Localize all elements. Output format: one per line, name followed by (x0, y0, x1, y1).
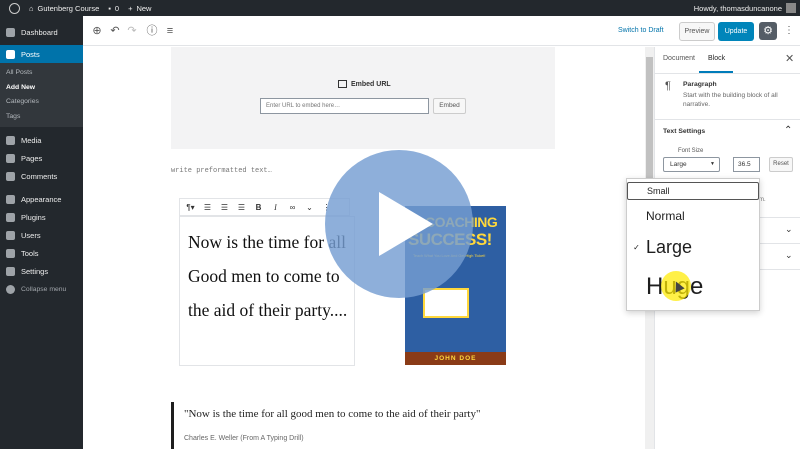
chevron-down-icon[interactable]: ⌄ (785, 250, 793, 261)
embed-icon (338, 80, 347, 88)
paragraph-icon[interactable]: ¶▾ (182, 203, 199, 212)
sidebar-item-tools[interactable]: Tools (0, 244, 83, 262)
sidebar-item-media[interactable]: Media (0, 131, 83, 149)
font-size-dropdown: Small Normal ✓Large Huge (626, 178, 760, 311)
sidebar-item-dashboard[interactable]: Dashboard (0, 23, 83, 41)
comment-icon: ▪ (108, 3, 111, 13)
admin-bar: ⌂ Gutenberg Course ▪ 0 + New Howdy, thomasd… (0, 0, 800, 16)
update-button[interactable]: Update (718, 22, 754, 41)
align-center-icon[interactable]: ☰ (216, 203, 233, 212)
undo-icon[interactable]: ↶ (108, 24, 122, 38)
admin-sidebar: Dashboard Posts All Posts Add New Catego… (0, 16, 83, 449)
font-size-option-huge[interactable]: Huge (627, 271, 759, 303)
check-icon: ✓ (633, 242, 640, 252)
embed-button[interactable]: Embed (433, 98, 466, 114)
sidebar-item-posts[interactable]: Posts (0, 45, 83, 63)
video-play-button[interactable] (325, 150, 473, 298)
font-size-option-large[interactable]: ✓ Large (627, 235, 759, 259)
account-menu[interactable]: Howdy, thomasduncanone (694, 0, 796, 16)
collapse-menu-button[interactable]: Collapse menu (0, 280, 83, 298)
editor-toolbar: ⊕ ↶ ↷ ⓘ ≡ Switch to Draft Preview Update… (83, 16, 800, 46)
quote-text: "Now is the time for all good men to com… (184, 408, 481, 420)
sidebar-item-plugins[interactable]: Plugins (0, 208, 83, 226)
settings-icon (6, 266, 15, 276)
submenu-categories[interactable]: Categories (0, 95, 83, 110)
more-menu-icon[interactable]: ⋮ (784, 22, 794, 40)
tab-block[interactable]: Block (708, 55, 725, 62)
embed-block[interactable]: Embed URL Enter URL to embed here… Embed (171, 47, 555, 149)
chevron-down-icon[interactable]: ⌄ (785, 224, 793, 235)
link-icon[interactable]: ∞ (284, 203, 301, 212)
plus-icon: + (128, 3, 133, 13)
new-content-link[interactable]: + New (128, 4, 151, 13)
users-icon (6, 230, 15, 240)
close-icon[interactable]: ✕ (785, 52, 794, 65)
settings-gear-icon[interactable]: ⚙ (759, 22, 777, 40)
panel-partial-text: m. (759, 197, 766, 203)
font-size-number-input[interactable]: 36.5 (733, 157, 760, 172)
media-icon (6, 135, 15, 145)
plugins-icon (6, 212, 15, 222)
preformatted-block[interactable]: write preformatted text… (171, 167, 272, 175)
sidebar-item-settings[interactable]: Settings (0, 262, 83, 280)
play-icon (379, 192, 433, 256)
block-description: Start with the building block of all nar… (683, 92, 778, 108)
posts-submenu: All Posts Add New Categories Tags (0, 63, 83, 127)
add-block-icon[interactable]: ⊕ (90, 24, 104, 38)
embed-title: Embed URL (338, 80, 391, 88)
wordpress-logo-icon[interactable] (9, 2, 20, 14)
sidebar-item-appearance[interactable]: Appearance (0, 190, 83, 208)
quote-citation: Charles E. Weller (From A Typing Drill) (184, 435, 304, 442)
embed-url-input[interactable]: Enter URL to embed here… (260, 98, 429, 114)
appearance-icon (6, 194, 15, 204)
pages-icon (6, 153, 15, 163)
tools-icon (6, 248, 15, 258)
quote-block[interactable]: "Now is the time for all good men to com… (171, 402, 555, 449)
pin-icon (6, 49, 15, 59)
submenu-add-new[interactable]: Add New (0, 81, 83, 96)
tab-document[interactable]: Document (663, 55, 695, 62)
preview-button[interactable]: Preview (679, 22, 715, 41)
dashboard-icon (6, 27, 15, 37)
site-name-link[interactable]: ⌂ Gutenberg Course (29, 4, 99, 13)
align-right-icon[interactable]: ☰ (233, 203, 250, 212)
comments-icon (6, 171, 15, 181)
font-size-label: Font Size (678, 148, 704, 154)
collapse-icon (6, 284, 15, 294)
block-navigation-icon[interactable]: ≡ (163, 24, 177, 38)
reset-button[interactable]: Reset (769, 157, 793, 172)
info-icon[interactable]: ⓘ (145, 24, 159, 38)
chevron-down-icon: ▼ (710, 161, 715, 167)
bold-icon[interactable]: B (250, 203, 267, 212)
switch-to-draft-button[interactable]: Switch to Draft (618, 24, 664, 38)
text-settings-header[interactable]: Text Settings (663, 128, 705, 135)
sidebar-item-pages[interactable]: Pages (0, 149, 83, 167)
sidebar-item-comments[interactable]: Comments (0, 167, 83, 185)
italic-icon[interactable]: I (267, 203, 284, 212)
redo-icon[interactable]: ↷ (125, 24, 139, 38)
paragraph-icon: ¶ (665, 80, 671, 92)
sidebar-item-users[interactable]: Users (0, 226, 83, 244)
comments-link[interactable]: ▪ 0 (108, 4, 119, 13)
submenu-tags[interactable]: Tags (0, 110, 83, 125)
home-icon: ⌂ (29, 3, 34, 13)
font-size-option-normal[interactable]: Normal (627, 207, 759, 225)
block-toolbar: ¶▾ ☰ ☰ ☰ B I ∞ ⌄ ⋮ (179, 198, 350, 216)
whiteboard-graphic (423, 288, 469, 318)
align-left-icon[interactable]: ☰ (199, 203, 216, 212)
chevron-down-icon[interactable]: ⌄ (301, 203, 318, 212)
chevron-up-icon[interactable]: ⌃ (784, 125, 792, 136)
font-size-select[interactable]: Large ▼ (663, 157, 720, 172)
font-size-option-small[interactable]: Small (627, 182, 759, 200)
avatar (786, 3, 796, 13)
block-title: Paragraph (683, 81, 717, 88)
submenu-all-posts[interactable]: All Posts (0, 66, 83, 81)
